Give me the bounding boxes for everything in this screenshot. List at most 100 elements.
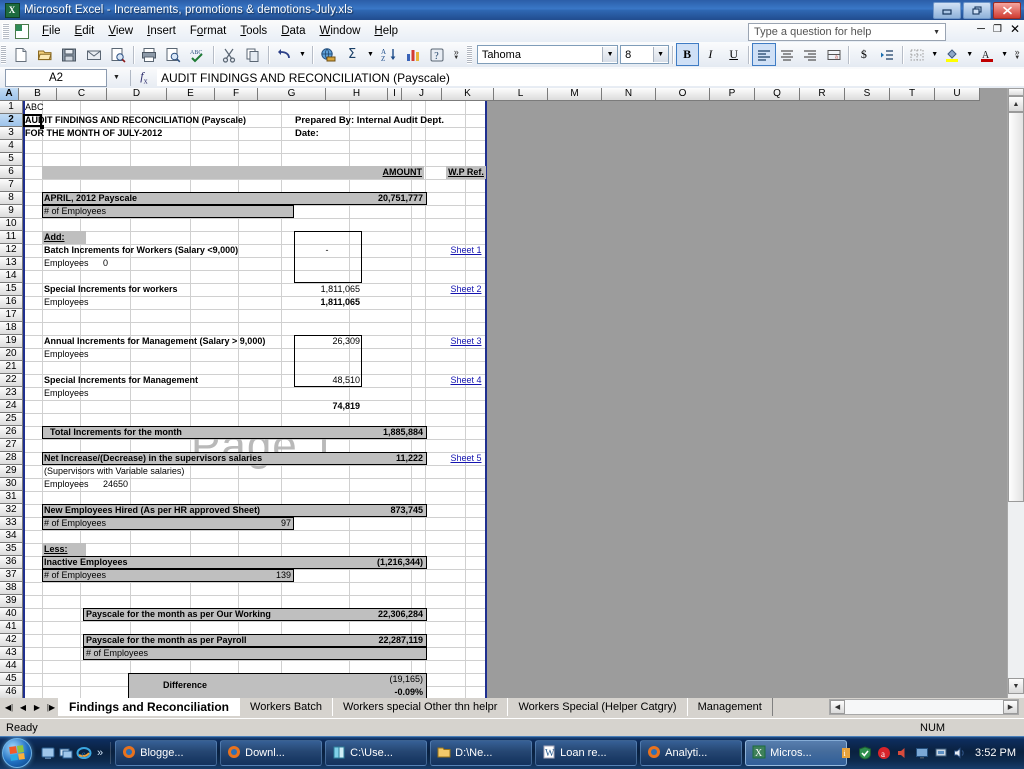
column-header-T[interactable]: T [890,88,935,101]
cell-c29[interactable]: 24650 [103,478,128,491]
row-header-38[interactable]: 38 [0,582,23,595]
show-desktop-icon[interactable] [40,745,56,761]
cell-b21[interactable]: Special Increments for Management [44,374,198,387]
row-header-46[interactable]: 46 [0,686,23,698]
antivirus-icon[interactable]: i [838,746,853,761]
menu-window[interactable]: Window [313,23,368,39]
sheet-tab-findings-and-reconciliation[interactable]: Findings and Reconciliation [58,698,241,716]
cell-d41[interactable]: Payscale for the month as per Payroll [86,634,247,647]
cell-e44[interactable]: Difference [163,679,207,692]
align-right-icon[interactable] [799,43,822,66]
row-header-4[interactable]: 4 [0,140,23,153]
scroll-left-button[interactable]: ◀ [830,700,845,714]
cell-b25[interactable]: Total Increments for the month [50,426,182,439]
cell-b28[interactable]: (Supervisors with Variable salaries) [44,465,184,478]
doc-minimize-button[interactable]: ─ [977,23,985,35]
copy-icon[interactable] [241,43,265,67]
cell-j5[interactable]: W.P Ref. [446,166,486,179]
cell-g2[interactable]: Prepared By: Internal Audit Dept. [295,114,444,127]
sheet-canvas[interactable]: Page 1 ABC AUDIT FINDINGS AND RECONCILIA… [23,101,1008,698]
font-size-combobox[interactable]: 8 ▼ [620,45,669,64]
row-header-37[interactable]: 37 [0,569,23,582]
cell-b22[interactable]: Employees [44,387,89,400]
row-header-44[interactable]: 44 [0,660,23,673]
menu-format[interactable]: Format [183,23,233,39]
taskbar-clock[interactable]: 3:52 PM [975,747,1016,759]
doc-close-button[interactable]: ✕ [1010,22,1020,36]
sheet-tab-workers-special-other[interactable]: Workers special Other thn helpr [331,698,509,716]
autosum-dropdown-icon[interactable]: ▼ [364,43,377,67]
font-name-combobox[interactable]: Tahoma ▼ [476,45,619,64]
row-header-43[interactable]: 43 [0,647,23,660]
menu-file[interactable]: File [35,23,68,39]
cell-h25[interactable]: 1,885,884 [353,426,423,439]
hyperlink-sheet-3[interactable]: Sheet 3 [446,335,486,348]
horizontal-scrollbar[interactable]: ◀ ▶ [829,699,1019,715]
cell-b36[interactable]: # of Employees [44,569,106,582]
cell-b34[interactable]: Less: [44,543,68,556]
sheet-tab-management[interactable]: Management [686,698,773,716]
row-header-23[interactable]: 23 [0,387,23,400]
row-header-32[interactable]: 32 [0,504,23,517]
cell-f32[interactable]: 97 [248,517,291,530]
quick-launch-overflow[interactable]: » [97,747,103,759]
column-header-O[interactable]: O [656,88,710,101]
cell-h41[interactable]: 22,287,119 [353,634,423,647]
menu-insert[interactable]: Insert [140,23,183,39]
row-header-24[interactable]: 24 [0,400,23,413]
column-header-Q[interactable]: Q [755,88,800,101]
row-header-9[interactable]: 9 [0,205,23,218]
font-color-dropdown-icon[interactable]: ▼ [999,43,1011,66]
row-header-45[interactable]: 45 [0,673,23,686]
taskbar-button-microsoft-excel[interactable]: X Micros... [745,740,848,766]
sheet-tab-workers-special-helper[interactable]: Workers Special (Helper Catgry) [507,698,688,716]
menu-view[interactable]: View [101,23,140,39]
formatting-overflow-button[interactable]: » ▼ [1010,44,1024,66]
row-header-31[interactable]: 31 [0,491,23,504]
undo-arrow-icon[interactable] [272,43,296,67]
column-header-J[interactable]: J [402,88,442,101]
speaker-small-icon[interactable] [895,746,910,761]
hyperlink-sheet-5[interactable]: Sheet 5 [446,452,486,465]
align-left-icon[interactable] [752,43,776,66]
row-header-40[interactable]: 40 [0,608,23,621]
borders-dropdown-icon[interactable]: ▼ [929,43,941,66]
search-page-icon[interactable] [106,43,130,67]
save-disk-icon[interactable] [57,43,81,67]
cell-b11[interactable]: Batch Increments for Workers (Salary <9,… [44,244,238,257]
cell-b31[interactable]: New Employees Hired (As per HR approved … [44,504,260,517]
cell-a3[interactable]: FOR THE MONTH OF JULY-2012 [25,127,162,140]
row-header-25[interactable]: 25 [0,413,23,426]
row-header-15[interactable]: 15 [0,283,23,296]
row-header-41[interactable]: 41 [0,621,23,634]
font-name-dropdown-icon[interactable]: ▼ [602,47,618,62]
column-header-B[interactable]: B [19,88,57,101]
cell-f36[interactable]: 139 [248,569,291,582]
merge-and-center-icon[interactable]: a [822,43,845,66]
cut-scissors-icon[interactable] [217,43,241,67]
cell-b35[interactable]: Inactive Employees [44,556,128,569]
cell-c12[interactable]: 0 [103,257,108,270]
row-header-35[interactable]: 35 [0,543,23,556]
web-page-icon[interactable] [316,43,340,67]
sheet-tab-workers-batch[interactable]: Workers Batch [239,698,333,716]
email-icon[interactable] [81,43,105,67]
column-header-N[interactable]: N [602,88,656,101]
fill-color-icon[interactable] [941,43,964,66]
close-button[interactable] [993,2,1021,19]
name-box[interactable]: A2 [5,68,107,87]
row-header-13[interactable]: 13 [0,257,23,270]
doc-restore-button[interactable]: ❐ [993,24,1002,35]
column-header-F[interactable]: F [215,88,258,101]
cell-b7[interactable]: APRIL, 2012 Payscale [44,192,137,205]
spelling-check-icon[interactable]: ABC [185,43,209,67]
cell-h27[interactable]: 11,222 [353,452,423,465]
column-header-L[interactable]: L [494,88,548,101]
cell-h7[interactable]: 20,751,777 [353,192,423,205]
cell-d39[interactable]: Payscale for the month as per Our Workin… [86,608,271,621]
row-header-1[interactable]: 1 [0,101,23,114]
switch-windows-icon[interactable] [58,745,74,761]
hyperlink-sheet-2[interactable]: Sheet 2 [446,283,486,296]
taskbar-button-blogger[interactable]: Blogge... [115,740,218,766]
menu-help[interactable]: Help [367,23,405,39]
